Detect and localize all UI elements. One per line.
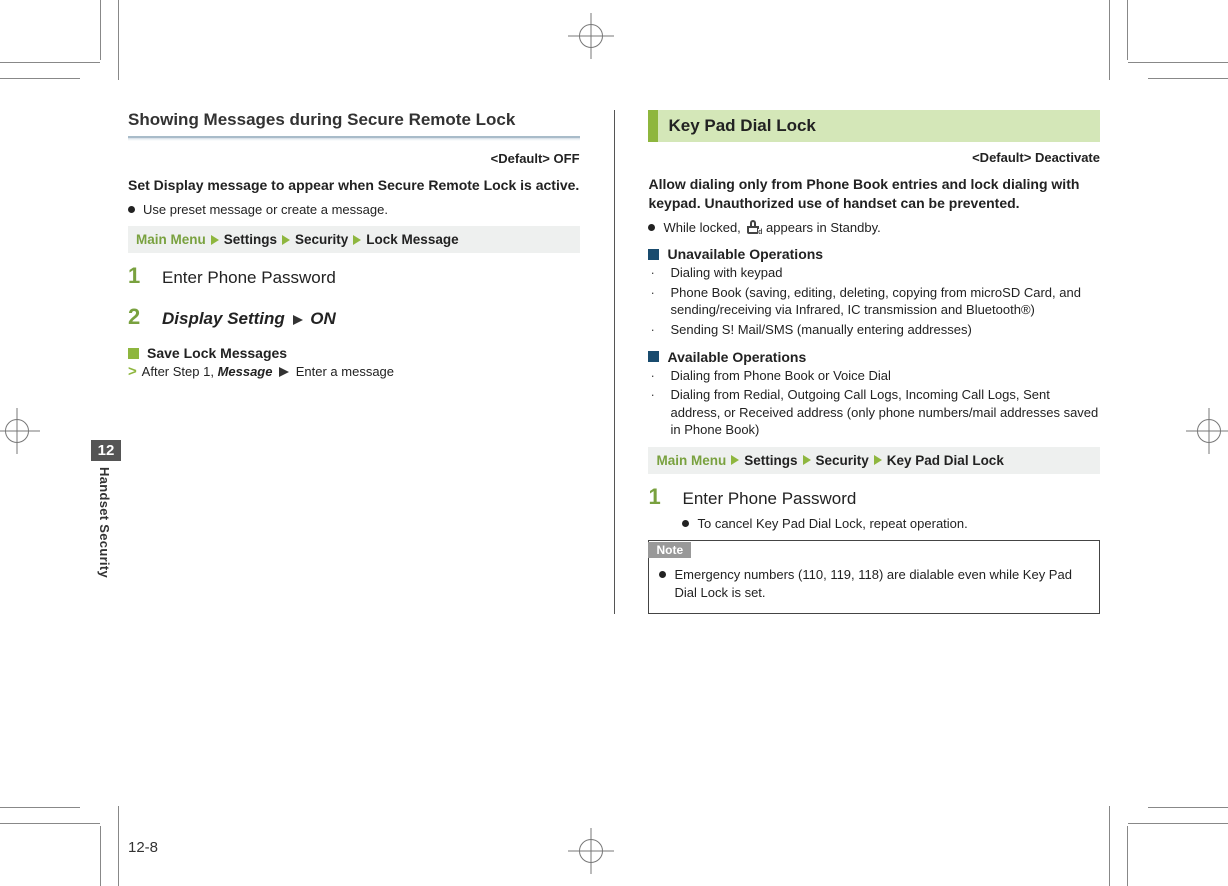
list-item: Dialing from Phone Book or Voice Dial bbox=[650, 367, 1100, 385]
list-item: Sending S! Mail/SMS (manually entering a… bbox=[650, 321, 1100, 339]
right-step-1-sub: To cancel Key Pad Dial Lock, repeat oper… bbox=[682, 515, 1100, 533]
bc-arrow-icon bbox=[353, 235, 361, 245]
left-default-tag: <Default> OFF bbox=[128, 151, 580, 166]
left-column: Showing Messages during Secure Remote Lo… bbox=[128, 110, 580, 614]
available-ops-header: Available Operations bbox=[648, 349, 1100, 365]
right-column: Key Pad Dial Lock <Default> Deactivate A… bbox=[648, 110, 1100, 614]
bc-main-menu: Main Menu bbox=[656, 453, 726, 468]
page-number: 12-8 bbox=[128, 839, 158, 856]
crop-mark bbox=[1128, 823, 1228, 824]
bc-main-menu: Main Menu bbox=[136, 232, 206, 247]
arrow-right-icon bbox=[279, 367, 289, 377]
crop-mark bbox=[1128, 62, 1228, 63]
crop-mark bbox=[100, 0, 101, 60]
column-separator bbox=[614, 110, 615, 614]
step-text: Enter Phone Password bbox=[682, 488, 856, 511]
note-label: Note bbox=[648, 542, 691, 558]
square-bullet-icon bbox=[648, 351, 659, 362]
list-item: Dialing with keypad bbox=[650, 264, 1100, 282]
left-subsection-header: Save Lock Messages bbox=[128, 345, 580, 361]
left-bullet: Use preset message or create a message. bbox=[128, 201, 580, 219]
step-number: 1 bbox=[128, 263, 146, 289]
right-band-title: Key Pad Dial Lock bbox=[648, 110, 1100, 142]
left-step-2: 2 Display Setting ON bbox=[128, 304, 580, 331]
bc-arrow-icon bbox=[874, 455, 882, 465]
registration-mark bbox=[1186, 408, 1228, 454]
step-text: Display Setting ON bbox=[162, 308, 336, 331]
chevron-icon: > bbox=[128, 363, 137, 380]
left-subsection-body: > After Step 1, Message Enter a message bbox=[128, 363, 580, 380]
crop-mark bbox=[1148, 78, 1228, 79]
crop-mark bbox=[1127, 826, 1128, 886]
right-default-tag: <Default> Deactivate bbox=[648, 150, 1100, 165]
lock-icon: d bbox=[746, 220, 760, 234]
bc-keypad-dial-lock: Key Pad Dial Lock bbox=[887, 453, 1004, 468]
arrow-right-icon bbox=[293, 315, 303, 325]
bc-security: Security bbox=[295, 232, 348, 247]
crop-mark bbox=[1109, 806, 1110, 886]
crop-mark bbox=[1148, 807, 1228, 808]
step-text: Enter Phone Password bbox=[162, 267, 336, 290]
left-breadcrumb: Main Menu Settings Security Lock Message bbox=[128, 226, 580, 253]
bc-settings: Settings bbox=[224, 232, 277, 247]
bc-arrow-icon bbox=[803, 455, 811, 465]
list-item: Dialing from Redial, Outgoing Call Logs,… bbox=[650, 386, 1100, 439]
square-bullet-icon bbox=[128, 348, 139, 359]
chapter-thumb-tab: 12 Handset Security bbox=[91, 440, 121, 578]
crop-mark bbox=[118, 806, 119, 886]
registration-mark bbox=[0, 408, 40, 454]
bc-arrow-icon bbox=[211, 235, 219, 245]
note-box: Note Emergency numbers (110, 119, 118) a… bbox=[648, 540, 1100, 614]
crop-mark bbox=[1109, 0, 1110, 80]
left-step-1: 1 Enter Phone Password bbox=[128, 263, 580, 290]
crop-mark bbox=[1127, 0, 1128, 60]
right-step-1: 1 Enter Phone Password bbox=[648, 484, 1100, 511]
crop-mark bbox=[118, 0, 119, 80]
bc-lock-message: Lock Message bbox=[366, 232, 458, 247]
chapter-label: Handset Security bbox=[91, 461, 112, 578]
crop-mark bbox=[0, 807, 80, 808]
list-item: Phone Book (saving, editing, deleting, c… bbox=[650, 284, 1100, 319]
registration-mark bbox=[568, 828, 614, 874]
step-number: 2 bbox=[128, 304, 146, 330]
bc-settings: Settings bbox=[744, 453, 797, 468]
crop-mark bbox=[0, 823, 100, 824]
crop-mark bbox=[100, 826, 101, 886]
right-bullet-locked-icon: While locked, d appears in Standby. bbox=[648, 219, 1100, 237]
step-number: 1 bbox=[648, 484, 666, 510]
square-bullet-icon bbox=[648, 249, 659, 260]
registration-mark bbox=[568, 13, 614, 59]
bc-arrow-icon bbox=[282, 235, 290, 245]
unavailable-ops-header: Unavailable Operations bbox=[648, 246, 1100, 262]
left-intro: Set Display message to appear when Secur… bbox=[128, 176, 580, 195]
bc-arrow-icon bbox=[731, 455, 739, 465]
right-breadcrumb: Main Menu Settings Security Key Pad Dial… bbox=[648, 447, 1100, 474]
right-intro: Allow dialing only from Phone Book entri… bbox=[648, 175, 1100, 213]
title-underline bbox=[128, 136, 580, 141]
left-section-title: Showing Messages during Secure Remote Lo… bbox=[128, 110, 580, 130]
crop-mark bbox=[0, 62, 100, 63]
bc-security: Security bbox=[816, 453, 869, 468]
chapter-number: 12 bbox=[91, 440, 121, 461]
crop-mark bbox=[0, 78, 80, 79]
note-bullet: Emergency numbers (110, 119, 118) are di… bbox=[659, 566, 1089, 601]
